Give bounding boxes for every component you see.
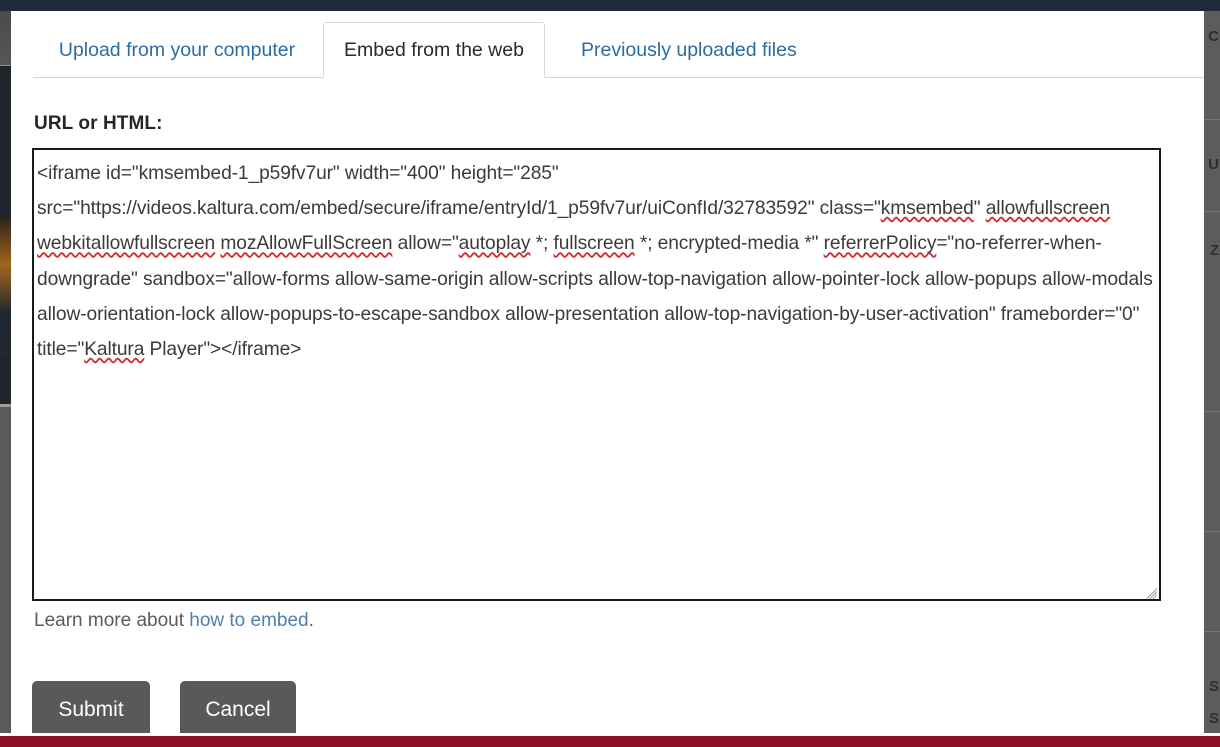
background-left-edge bbox=[0, 11, 11, 736]
misspelled-token: referrerPolicy bbox=[823, 233, 937, 255]
cancel-button[interactable]: Cancel bbox=[180, 681, 296, 738]
misspelled-token: allowfullscreen bbox=[985, 198, 1111, 220]
background-right-rule bbox=[1204, 411, 1220, 412]
text-run: Player"></iframe> bbox=[144, 339, 302, 361]
background-right-edge: C U Z S S bbox=[1204, 11, 1220, 736]
background-left-segment-top bbox=[0, 11, 11, 65]
learn-more-prefix: Learn more about bbox=[34, 610, 190, 631]
learn-more-suffix: . bbox=[308, 610, 314, 631]
background-video-thumbnail-sliver bbox=[0, 66, 11, 404]
background-right-rule bbox=[1204, 531, 1220, 532]
background-text-fragment: C bbox=[1208, 28, 1219, 45]
submit-button[interactable]: Submit bbox=[32, 681, 150, 738]
text-run: " bbox=[973, 198, 986, 220]
misspelled-token: autoplay bbox=[458, 233, 531, 255]
misspelled-token: webkitallowfullscreen bbox=[37, 233, 216, 255]
tab-upload-from-your-computer[interactable]: Upload from your computer bbox=[33, 22, 321, 78]
background-left-segment-bottom bbox=[0, 407, 11, 736]
tab-embed-from-the-web[interactable]: Embed from the web bbox=[323, 22, 545, 78]
misspelled-token: fullscreen bbox=[553, 233, 635, 255]
textarea-resize-handle[interactable] bbox=[1142, 582, 1158, 599]
text-run: <iframe id="kmsembed-1_p59fv7ur" width="… bbox=[37, 163, 881, 220]
background-right-rule bbox=[1204, 119, 1220, 120]
background-text-fragment: S bbox=[1208, 710, 1219, 727]
text-run: *; bbox=[530, 233, 554, 255]
learn-more-text: Learn more about how to embed. bbox=[34, 610, 314, 632]
background-text-fragment: S bbox=[1208, 678, 1219, 695]
misspelled-token: Kaltura bbox=[84, 339, 145, 361]
tab-previously-uploaded-files[interactable]: Previously uploaded files bbox=[557, 22, 847, 78]
tab-label: Upload from your computer bbox=[58, 38, 296, 61]
text-run: *; encrypted-media *" bbox=[634, 233, 824, 255]
background-right-rule bbox=[1204, 631, 1220, 632]
tab-label: Embed from the web bbox=[344, 38, 524, 61]
text-run: allow=" bbox=[392, 233, 459, 255]
dialog-tabs: Upload from your computer Embed from the… bbox=[22, 14, 1204, 78]
site-footer-bar bbox=[0, 736, 1220, 747]
screen: C U Z S S Upload from your computer Embe… bbox=[0, 0, 1220, 747]
how-to-embed-link[interactable]: how to embed bbox=[189, 610, 308, 631]
background-right-rule bbox=[1204, 211, 1220, 212]
textarea-value[interactable]: <iframe id="kmsembed-1_p59fv7ur" width="… bbox=[37, 156, 1159, 367]
url-or-html-label: URL or HTML: bbox=[34, 113, 163, 134]
background-text-fragment: Z bbox=[1209, 242, 1219, 259]
background-text-fragment: U bbox=[1208, 156, 1219, 173]
url-or-html-textarea[interactable]: <iframe id="kmsembed-1_p59fv7ur" width="… bbox=[32, 148, 1161, 601]
embed-media-dialog: Upload from your computer Embed from the… bbox=[11, 11, 1204, 738]
tab-label: Previously uploaded files bbox=[581, 38, 797, 61]
misspelled-token: kmsembed bbox=[880, 198, 974, 220]
misspelled-token: mozAllowFullScreen bbox=[220, 233, 393, 255]
site-header-bar bbox=[0, 0, 1220, 11]
text-run bbox=[1110, 198, 1115, 219]
